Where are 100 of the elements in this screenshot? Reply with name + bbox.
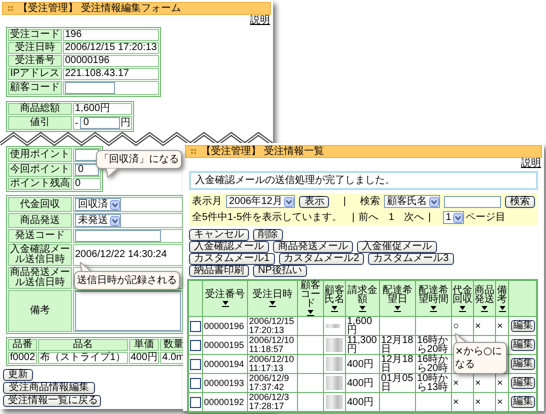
dropdown-arrow-icon <box>284 196 294 206</box>
sort-arrow-icon <box>430 304 437 312</box>
field-value: 1,600円 <box>73 103 132 115</box>
column-header: 備考 <box>496 286 508 304</box>
table-cell: × <box>474 392 496 412</box>
page-suffix: ページ目 <box>465 212 506 222</box>
table-cell: 2006/12/10 11:17:13 <box>248 354 298 374</box>
action-button[interactable]: 入金催促メール <box>357 241 437 253</box>
column-header: 配達希望日 <box>382 286 414 304</box>
column-header: 商品発送 <box>474 286 495 304</box>
blurred-name <box>326 395 343 409</box>
field-label: 使用ポイント <box>8 148 72 162</box>
table-cell: 00000194 <box>202 354 248 374</box>
grid-icon <box>7 5 14 12</box>
column-header: 品番 <box>8 339 38 351</box>
sort-arrow-icon <box>481 304 488 312</box>
select-field[interactable]: 未発送 <box>75 214 121 227</box>
table-cell: × <box>496 392 508 412</box>
checkbox[interactable] <box>190 378 201 388</box>
field-label: 値引 <box>8 116 72 130</box>
action-button[interactable]: カスタムメール3 <box>368 253 454 265</box>
blurred-name <box>326 376 343 390</box>
edit-button[interactable]: 編集 <box>511 396 535 408</box>
action-button[interactable]: 商品発送メール <box>273 241 353 253</box>
sort-arrow-icon <box>307 309 314 316</box>
action-button[interactable]: 入金確認メール <box>189 241 269 253</box>
field-label: IPアドレス <box>8 68 62 80</box>
sort-arrow-icon <box>331 304 338 312</box>
table-cell: 12月18日 <box>380 354 416 374</box>
help-link[interactable]: 説明 <box>521 159 541 169</box>
dropdown-arrow-icon <box>453 212 464 222</box>
show-button[interactable]: 表示 <box>299 196 330 208</box>
checkbox[interactable] <box>190 396 201 408</box>
action-button[interactable]: NP後払い <box>253 265 307 277</box>
field-value: 221.108.43.17 <box>63 68 159 80</box>
action-button[interactable]: 削除 <box>253 229 283 241</box>
field-label: 発送コード <box>8 229 72 243</box>
table-cell: 400円 <box>346 354 380 374</box>
checkbox[interactable] <box>190 358 201 370</box>
blurred-name <box>326 324 340 328</box>
table-cell: 11,300円 <box>346 336 380 354</box>
action-button[interactable]: カスタムメール2 <box>278 253 364 265</box>
edit-button[interactable]: 編集 <box>511 377 535 389</box>
checkbox[interactable] <box>190 320 201 332</box>
action-button[interactable]: キャンセル <box>189 229 249 241</box>
edit-button[interactable]: 編集 <box>511 320 535 332</box>
search-type-select[interactable]: 顧客氏名 <box>384 195 440 208</box>
field-value: 196 <box>63 29 159 41</box>
table-cell: 01月05日 <box>380 374 416 392</box>
month-select[interactable]: 2006年12月 <box>226 195 296 208</box>
field-value: 0 <box>73 178 101 190</box>
column-header: 品名 <box>38 339 128 351</box>
edit-button[interactable]: 編集 <box>511 358 535 370</box>
field-label: 受注番号 <box>8 55 62 67</box>
table-cell: 布（ストライプ1） <box>38 352 128 364</box>
action-button[interactable]: カスタムメール1 <box>189 253 275 265</box>
column-header: 請求金額 <box>346 286 378 304</box>
form-button[interactable]: 受注情報一覧に戻る <box>3 395 101 407</box>
table-cell: 2006/12/10 11:18:57 <box>248 336 298 354</box>
column-header: 顧客氏名 <box>324 286 345 304</box>
field-label: 代金回収 <box>8 197 72 212</box>
checkbox[interactable] <box>190 340 201 350</box>
select-field[interactable]: 回収済 <box>75 198 121 211</box>
input-field[interactable]: 0 <box>75 164 99 176</box>
table-cell: × <box>496 316 508 336</box>
sort-arrow-icon <box>498 304 506 312</box>
field-label: 商品発送 <box>8 213 72 228</box>
table-cell: 12月18日 <box>380 336 416 354</box>
dropdown-arrow-icon <box>110 216 120 226</box>
field-label: 備考 <box>8 290 72 332</box>
input-field[interactable] <box>75 149 99 161</box>
input-field[interactable]: 0 <box>80 117 120 129</box>
field-value: 00000196 <box>63 55 159 67</box>
input-field[interactable] <box>65 82 115 94</box>
table-cell: 00000193 <box>202 374 248 392</box>
field-value: 2006/12/15 17:20:13 <box>63 42 159 54</box>
unit-label: 円 <box>120 118 130 129</box>
column-header: 顧客コード <box>300 281 322 308</box>
form-button[interactable]: 受注商品情報編集 <box>3 382 95 394</box>
table-cell: × <box>452 392 474 412</box>
separator: | <box>428 212 431 222</box>
result-summary: 全5件中1-5件を表示しています。 <box>192 212 342 222</box>
input-field[interactable] <box>75 230 161 242</box>
field-label: ポイント残高 <box>8 178 72 190</box>
page-select[interactable]: 1 <box>442 211 464 224</box>
minus-sign: - <box>75 118 78 129</box>
table-cell: 16時から20時 <box>416 354 452 374</box>
page-number: 1 <box>388 212 394 222</box>
table-cell: 2006/12/9 17:37:42 <box>248 374 298 392</box>
help-link[interactable]: 説明 <box>250 16 270 26</box>
search-field[interactable] <box>444 196 501 208</box>
text-area[interactable] <box>75 291 181 331</box>
column-header: 受注日時 <box>252 290 292 299</box>
action-button[interactable]: 納品書印刷 <box>189 265 249 277</box>
table-cell: 400円 <box>346 374 380 392</box>
form-button[interactable]: 更新 <box>3 369 33 381</box>
edit-button[interactable]: 編集 <box>511 339 535 351</box>
column-header: 代金回収 <box>452 286 473 304</box>
sort-arrow-icon <box>269 300 276 307</box>
search-button[interactable]: 検索 <box>505 196 535 208</box>
